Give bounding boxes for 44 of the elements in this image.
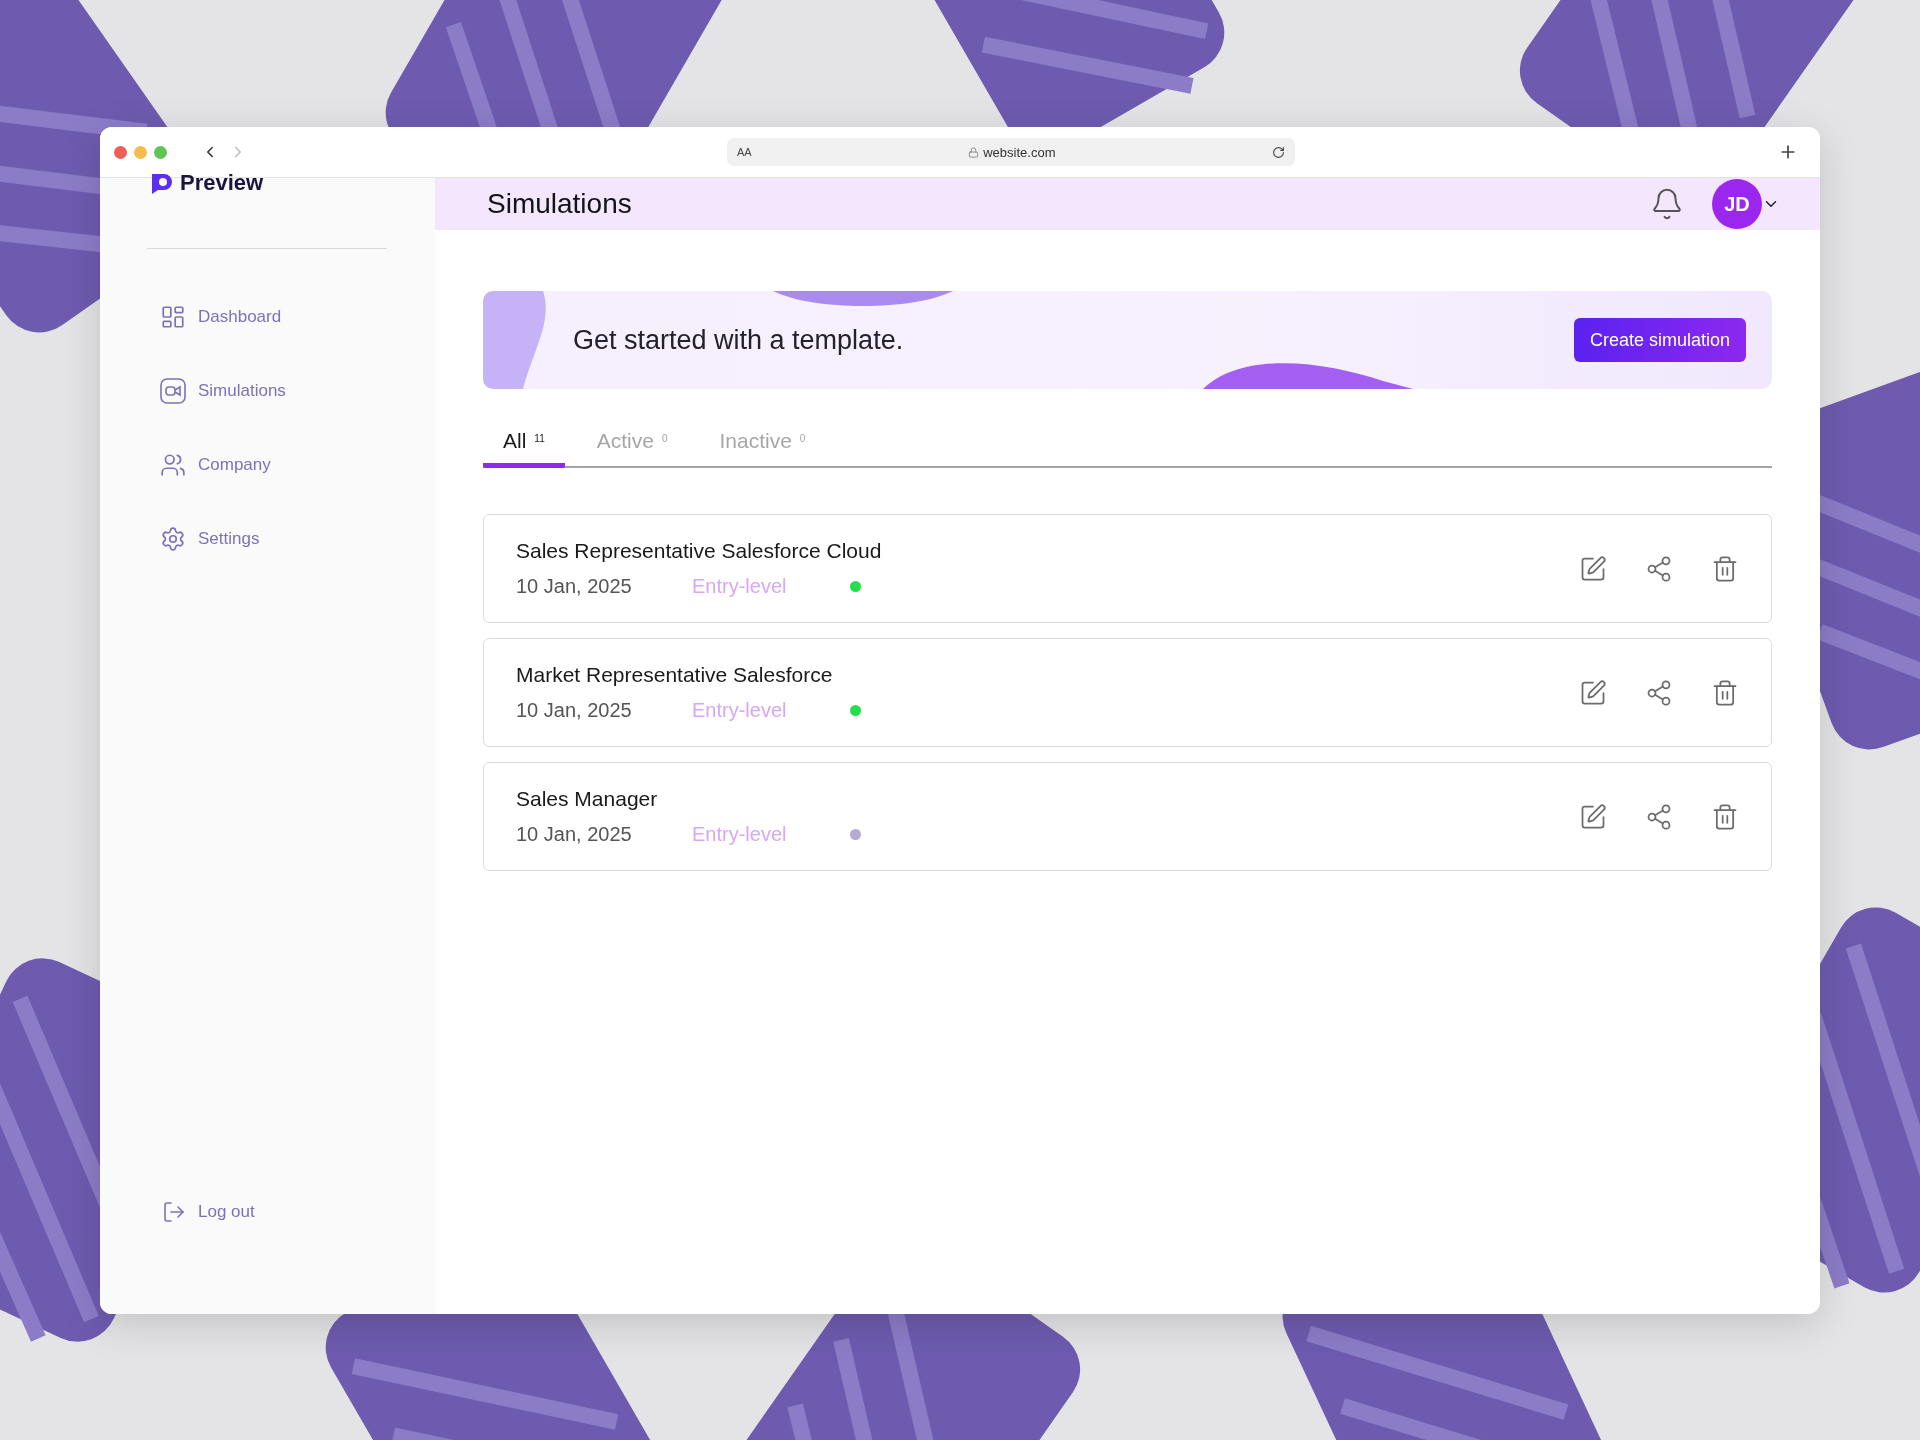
- tier-label: Entry-level: [692, 575, 788, 598]
- video-icon: [160, 378, 186, 404]
- logout-link[interactable]: Log out: [162, 1200, 435, 1224]
- banner-heading: Get started with a template.: [573, 324, 905, 356]
- simulation-card[interactable]: Sales Manager 10 Jan, 2025 Entry-level: [483, 762, 1772, 871]
- share-button[interactable]: [1645, 802, 1673, 831]
- reader-button[interactable]: AA: [737, 146, 752, 158]
- simulation-date: 10 Jan, 2025: [516, 823, 633, 846]
- simulation-title: Sales Representative Salesforce Cloud: [516, 539, 883, 563]
- brand-name: Preview: [180, 172, 264, 194]
- delete-button[interactable]: [1711, 802, 1739, 831]
- user-avatar[interactable]: JD: [1712, 179, 1762, 229]
- sidebar-item[interactable]: Settings: [160, 527, 435, 551]
- simulation-card[interactable]: Sales Representative Salesforce Cloud 10 Jan, 2025 Entry-level: [483, 514, 1772, 623]
- simulation-card[interactable]: Market Representative Salesforce 10 Jan, 2025 Entry-level: [483, 638, 1772, 747]
- delete-button[interactable]: [1711, 678, 1739, 707]
- sidebar-item[interactable]: Simulations: [160, 379, 435, 403]
- sidebar-item[interactable]: Dashboard: [160, 305, 435, 329]
- edit-button[interactable]: [1579, 554, 1607, 583]
- address-text: website.com: [968, 144, 1056, 160]
- delete-button[interactable]: [1711, 554, 1739, 583]
- tier-label: Entry-level: [692, 823, 788, 846]
- notifications-button[interactable]: [1650, 187, 1684, 221]
- people-icon: [160, 452, 186, 478]
- edit-button[interactable]: [1579, 678, 1607, 707]
- share-button[interactable]: [1645, 554, 1673, 583]
- page-title: Simulations: [487, 188, 633, 220]
- dashboard-icon: [160, 304, 186, 330]
- create-simulation-button[interactable]: Create simulation: [1573, 318, 1746, 362]
- address-bar[interactable]: AA website.com: [727, 138, 1295, 166]
- close-icon[interactable]: [114, 145, 127, 159]
- filter-tab[interactable]: All 11: [483, 429, 565, 468]
- simulation-date: 10 Jan, 2025: [516, 575, 633, 598]
- simulation-title: Sales Manager: [516, 787, 659, 811]
- simulation-title: Market Representative Salesforce: [516, 663, 834, 687]
- logout-icon: [162, 1200, 186, 1224]
- lock-icon: [968, 146, 980, 158]
- reload-button[interactable]: [1272, 145, 1285, 159]
- tier-label: Entry-level: [692, 699, 788, 722]
- sidebar-item[interactable]: Company: [160, 453, 435, 477]
- edit-button[interactable]: [1579, 802, 1607, 831]
- simulation-date: 10 Jan, 2025: [516, 699, 633, 722]
- share-button[interactable]: [1645, 678, 1673, 707]
- settings-icon: [160, 526, 186, 552]
